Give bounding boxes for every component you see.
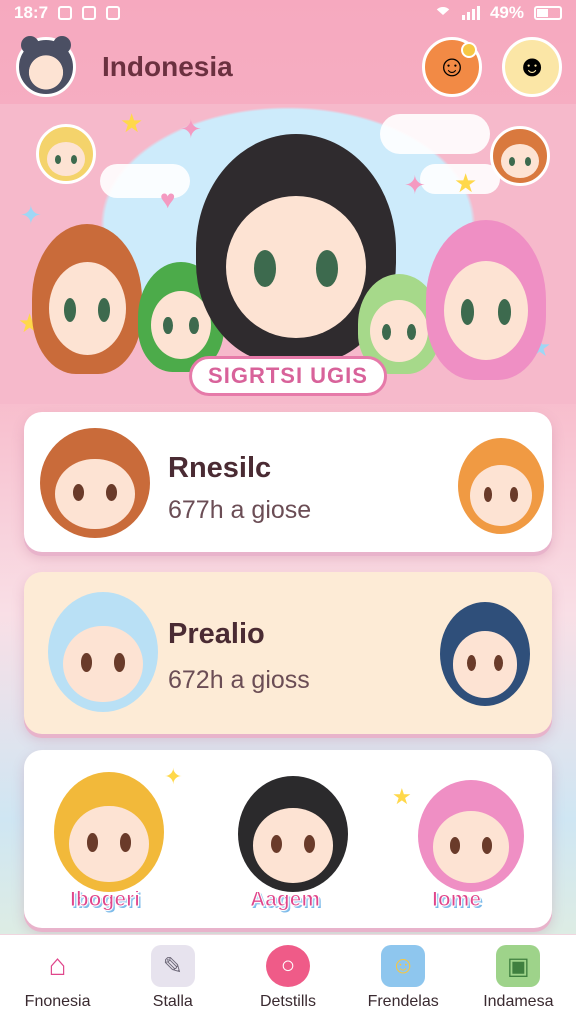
home-icon: ⌂ (48, 949, 67, 982)
hero-banner[interactable]: ★ ✦ ♥ ★ ✦ ★ ★ ✦ SIGRTSI UGIS (0, 104, 576, 404)
battery-percent: 49% (489, 3, 524, 22)
card-title: Rnesilc (168, 452, 272, 484)
tab-home[interactable]: ⌂ Fnonesia (3, 945, 113, 1011)
tab-frendelas[interactable]: ☺ Frendelas (348, 945, 458, 1011)
wifi-icon (433, 7, 452, 19)
bottom-tab-bar: ⌂ Fnonesia ✎ Stalla ○ Detstills ☺ Frende… (0, 934, 576, 1024)
cloud-decoration (100, 164, 190, 198)
character-sticker (36, 124, 96, 184)
tab-label: Detstills (259, 993, 316, 1010)
card-avatar (40, 428, 150, 538)
signal-icon (461, 6, 480, 20)
card-subtitle: 672h a gioss (168, 666, 310, 694)
star-icon: ★ (454, 168, 478, 198)
status-left: 18:7 (14, 3, 121, 23)
card-avatar (48, 592, 158, 712)
avatar[interactable] (16, 36, 76, 97)
tab-stalla[interactable]: ✎ Stalla (118, 945, 228, 1011)
badge-dot (461, 42, 477, 58)
chat-bubble-icon: ○ (265, 945, 310, 987)
mascot-button-yellow[interactable]: ☻ (502, 37, 562, 97)
star-icon: ★ (392, 784, 412, 809)
character-portrait[interactable] (54, 772, 164, 892)
app-notification-icon (106, 6, 121, 20)
cloud-decoration (380, 114, 490, 154)
character-label: Iome (431, 888, 482, 912)
star-icon: ★ (120, 108, 144, 138)
status-bar: 18:7 49% (0, 0, 576, 26)
list-card[interactable]: Rnesilc 677h a giose (24, 412, 552, 552)
tab-label: Stalla (152, 993, 193, 1010)
header: Indonesia ☺ ☻ (16, 34, 562, 100)
tab-detstills[interactable]: ○ Detstills (233, 945, 343, 1011)
page-title: Indonesia (102, 51, 233, 82)
list-card[interactable]: Prealio 672h a gioss (24, 572, 552, 734)
tab-label: Fnonesia (24, 993, 91, 1010)
character-portrait[interactable] (418, 780, 524, 892)
friends-icon: ☺ (381, 945, 426, 987)
notes-icon: ✎ (150, 945, 195, 987)
character-brown-hair (32, 224, 142, 374)
no-sim-icon (82, 6, 97, 20)
card-character-sticker (440, 602, 530, 706)
sparkle-icon: ✦ (164, 764, 183, 789)
character-portrait[interactable] (238, 776, 348, 892)
card-subtitle: 677h a giose (168, 496, 312, 524)
notification-icon (58, 6, 73, 20)
card-title: Prealio (168, 618, 265, 650)
smiley-face-icon: ☻ (516, 50, 548, 83)
sparkle-icon: ✦ (20, 200, 42, 230)
tab-label: Frendelas (367, 993, 439, 1010)
tab-indamesa[interactable]: ▣ Indamesa (463, 945, 573, 1011)
heart-icon: ♥ (160, 184, 176, 214)
character-pink-hair (426, 220, 546, 380)
photo-icon: ▣ (496, 945, 541, 987)
sparkle-icon: ✦ (404, 170, 426, 200)
status-right: 49% (433, 3, 562, 23)
character-label: Aagem (249, 888, 321, 912)
sparkle-icon: ✦ (180, 114, 202, 144)
tab-label: Indamesa (483, 993, 554, 1010)
battery-icon (534, 6, 562, 20)
status-time: 18:7 (14, 3, 49, 22)
mascot-button-orange[interactable]: ☺ (422, 37, 482, 97)
hero-label: SIGRTSI UGIS (189, 356, 387, 396)
character-group-card[interactable]: Ibogeri Aagem Iome ✦ ★ (24, 750, 552, 928)
card-character-sticker (458, 438, 544, 534)
character-label: Ibogeri (69, 888, 141, 912)
character-sticker (490, 126, 550, 186)
